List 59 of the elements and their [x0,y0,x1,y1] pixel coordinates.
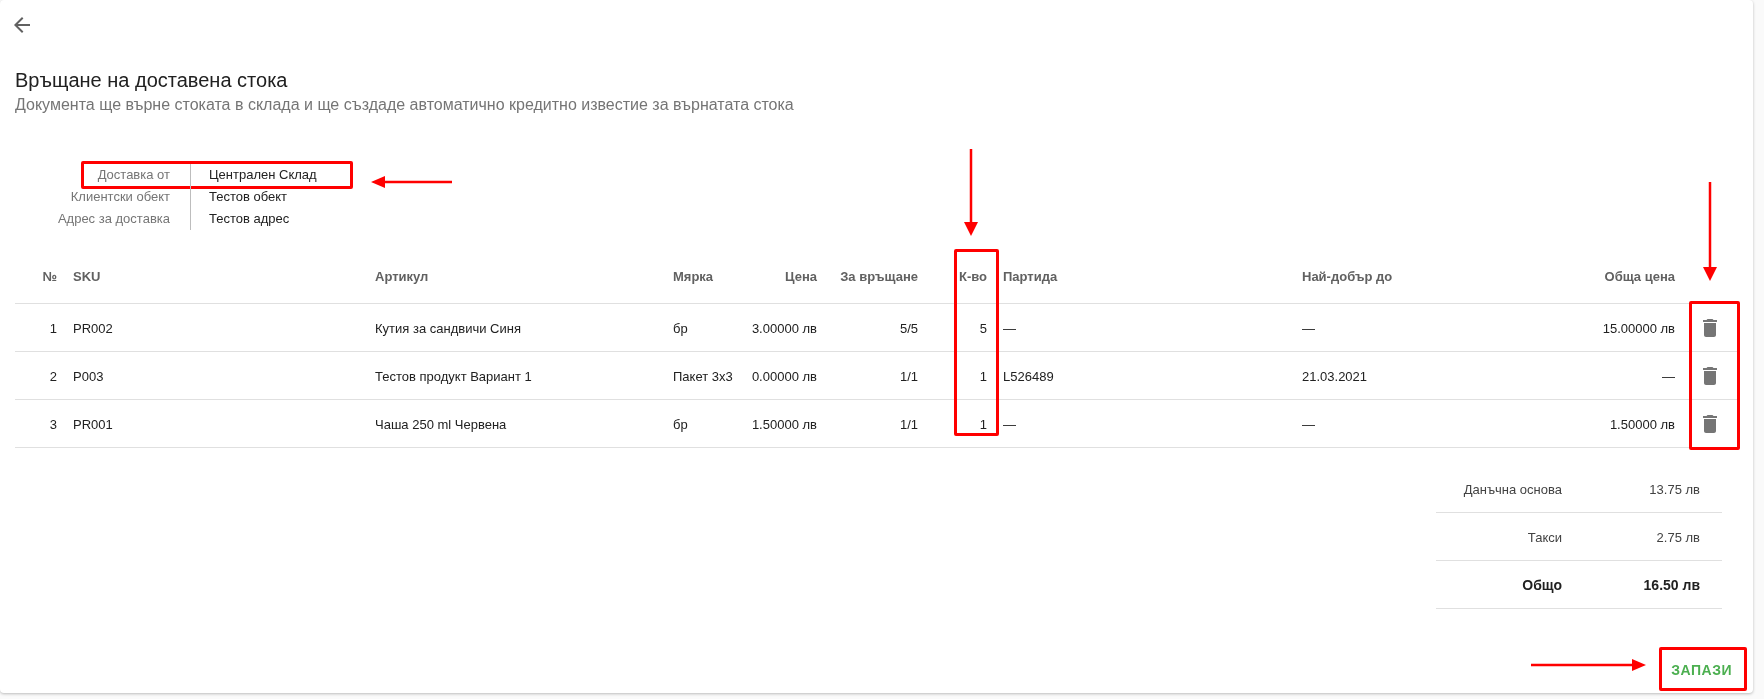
column-header: Партида [1003,268,1058,284]
field-value: Централен Склад [209,166,317,185]
field-label: Доставка от [97,166,170,185]
total-label: Общо [1522,576,1562,593]
table-cell: PR001 [73,416,113,432]
trash-icon [1703,318,1717,337]
table-cell: 1 [979,416,987,432]
table-cell: — [1003,320,1016,336]
page-subtitle: Документа ще върне стоката в склада и ще създаде автоматично кредитно известие за върнатата стока [15,95,794,115]
table-cell: 1.50000 лв [1609,416,1675,432]
trash-icon [1703,414,1717,433]
field-value: Тестов обект [209,188,288,207]
table-cell: 21.03.2021 [1302,368,1368,384]
table-cell: бр [673,416,688,432]
table-cell: 1/1 [899,416,918,432]
table-cell: L526489 [1003,368,1054,384]
table-cell: Чаша 250 ml Червена [375,416,507,432]
table-cell: 1/1 [899,368,918,384]
column-header: Цена [785,268,817,284]
table-cell: PR002 [73,320,113,336]
column-header: К-во [958,268,987,284]
table-cell: Пакет 3х3 [673,368,733,384]
trash-icon [1703,366,1717,385]
table-cell: 1.50000 лв [751,416,817,432]
total-value: 2.75 лв [1656,529,1700,545]
total-value: 13.75 лв [1649,481,1700,497]
column-header: № [42,268,57,284]
total-label: Данъчна основа [1463,481,1562,497]
save-button[interactable]: ЗАПАЗИ [1661,652,1742,688]
table-cell: бр [673,320,688,336]
column-header: Мярка [673,268,714,284]
field-value: Тестов адрес [209,210,290,229]
table-cell: 5 [979,320,987,336]
table-cell: 15.00000 лв [1602,320,1675,336]
table-cell: — [1003,416,1016,432]
page-title: Връщане на доставена стока [15,68,288,93]
table-cell: 3.00000 лв [751,320,817,336]
total-label: Такси [1527,529,1562,545]
column-header: Най-добър до [1302,268,1393,284]
field-label: Адрес за доставка [57,210,170,229]
table-cell: — [1302,320,1315,336]
column-header: Обща цена [1604,268,1675,284]
column-header: За връщане [840,268,918,284]
field-label: Клиентски обект [70,188,170,207]
table-cell: P003 [73,368,104,384]
table-cell: 2 [49,368,57,384]
column-header: SKU [73,268,101,284]
table-cell: 1 [49,320,57,336]
table-cell: 3 [49,416,57,432]
total-value: 16.50 лв [1643,576,1700,593]
column-header: Артикул [375,268,429,284]
table-cell: 5/5 [899,320,918,336]
table-cell: — [1662,368,1675,384]
back-icon [14,17,30,33]
table-cell: — [1302,416,1315,432]
table-cell: Тестов продукт Вариант 1 [375,368,532,384]
table-cell: Кутия за сандвичи Синя [375,320,521,336]
table-cell: 1 [979,368,987,384]
table-cell: 0.00000 лв [751,368,817,384]
